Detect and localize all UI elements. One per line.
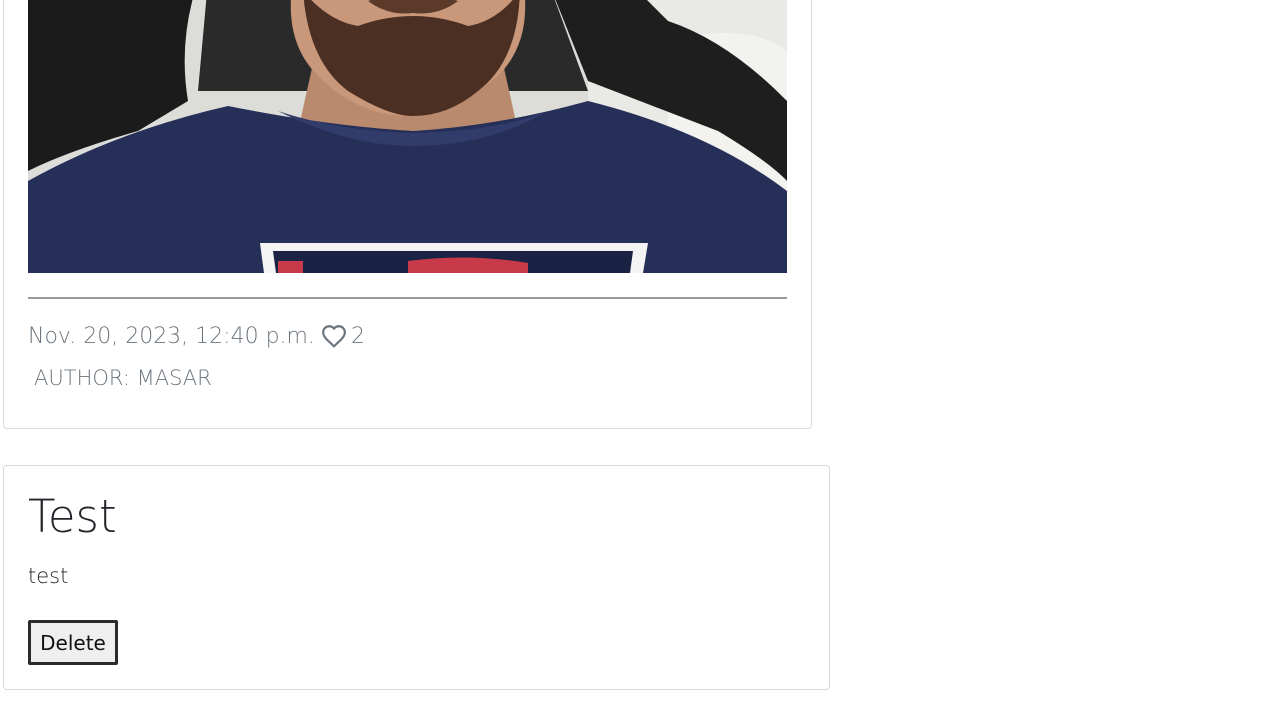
post-date: Nov. 20, 2023, 12:40 p.m. <box>28 323 315 349</box>
like-count: 2 <box>350 323 365 349</box>
divider <box>28 297 787 299</box>
heart-outline-icon[interactable] <box>321 324 347 348</box>
post-author: AUTHOR: MASAR <box>34 366 212 390</box>
post-title: Test <box>28 490 117 543</box>
delete-button[interactable]: Delete <box>28 620 118 665</box>
post-card: Test test Delete <box>3 465 830 690</box>
post-meta: Nov. 20, 2023, 12:40 p.m. 2 <box>28 320 365 352</box>
post-body: test <box>28 564 69 588</box>
post-card: Nov. 20, 2023, 12:40 p.m. 2 AUTHOR: MASA… <box>3 0 812 429</box>
selfie-photo <box>28 0 787 273</box>
post-image <box>28 0 787 273</box>
